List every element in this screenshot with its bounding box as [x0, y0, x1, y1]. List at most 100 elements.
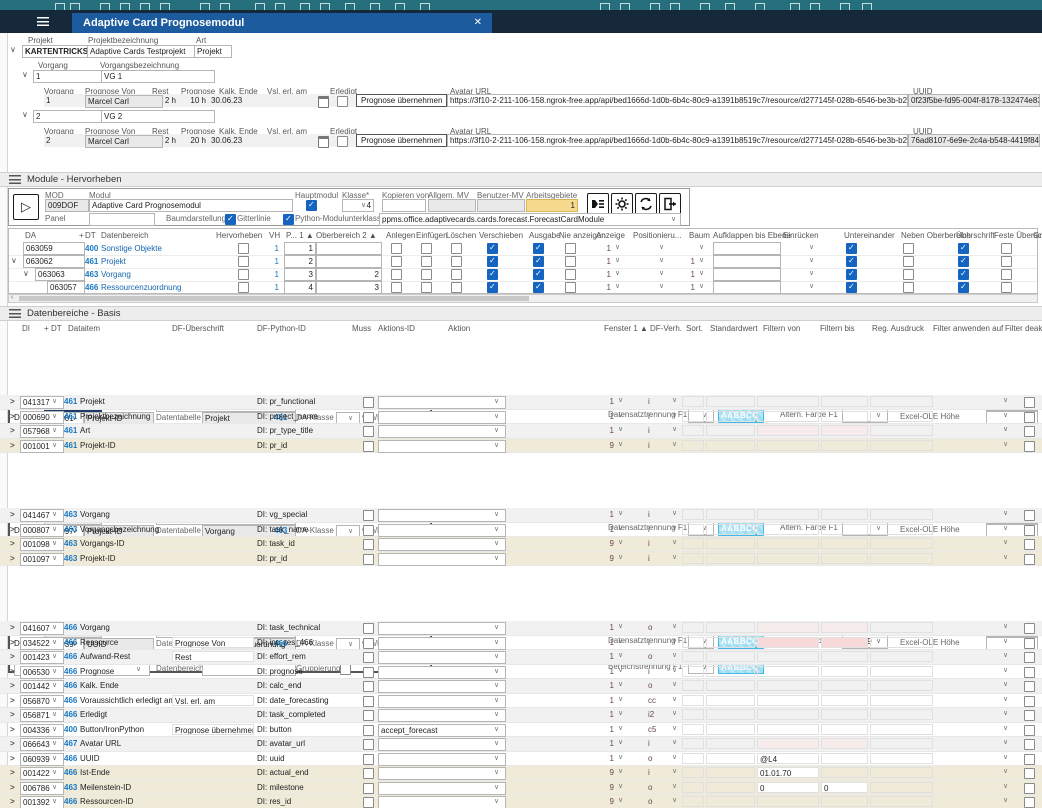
aktion-select[interactable]: [378, 753, 506, 766]
di-select[interactable]: 034522: [20, 637, 64, 650]
chevron-down-icon[interactable]: ∨: [1003, 767, 1008, 775]
filtern-von-cell[interactable]: [757, 509, 819, 520]
sort-cell[interactable]: [682, 622, 704, 633]
dataitem-row[interactable]: >006786∨463Meilenstein-IDDI: milestone∨9…: [0, 781, 1042, 796]
expand-icon[interactable]: >: [10, 737, 18, 750]
filtern-bis-cell[interactable]: [821, 695, 868, 706]
dataitem-row[interactable]: >041317∨461ProjektDI: pr_functional∨1∨i∨…: [0, 395, 1042, 410]
oberbereich-field[interactable]: 2: [316, 268, 382, 281]
di-select[interactable]: 001001: [20, 440, 64, 453]
chevron-down-icon[interactable]: ∨: [52, 412, 57, 420]
anzeige-select[interactable]: 1: [597, 268, 611, 281]
task-name-field[interactable]: VG 2: [101, 110, 215, 123]
reg-ausdruck-cell[interactable]: [870, 709, 933, 720]
filtern-bis-cell[interactable]: [821, 738, 868, 749]
aktion-select[interactable]: [378, 440, 506, 453]
section-menu-icon[interactable]: [9, 309, 21, 318]
sort-cell[interactable]: [682, 680, 704, 691]
chevron-down-icon[interactable]: ∨: [494, 539, 499, 547]
expand-icon[interactable]: >: [10, 439, 18, 452]
datenbereich-row[interactable]: ∨063062461Projekt121∨∨1∨∨: [9, 255, 1037, 269]
dataitem-row[interactable]: >000807∨463VorgangsbezeichnungDI: task_n…: [0, 523, 1042, 538]
chevron-down-icon[interactable]: ∨: [615, 282, 620, 290]
scrollbar-thumb[interactable]: [19, 296, 529, 301]
filtern-von-cell[interactable]: [757, 411, 819, 422]
modul-field[interactable]: Adaptive Card Prognosemodul: [89, 199, 293, 212]
expand-icon[interactable]: >: [10, 523, 18, 536]
standardwert-cell[interactable]: [706, 738, 755, 749]
chevron-down-icon[interactable]: ∨: [671, 215, 676, 223]
chevron-down-icon[interactable]: ∨: [494, 710, 499, 718]
chevron-down-icon[interactable]: ∨: [672, 524, 677, 532]
filter-deaktiviert-checkbox[interactable]: [1024, 667, 1035, 678]
fenster-select[interactable]: 1: [600, 395, 614, 408]
chevron-down-icon[interactable]: ∨: [494, 667, 499, 675]
anzeige-select[interactable]: 1: [597, 255, 611, 268]
aktion-select[interactable]: [378, 695, 506, 708]
fenster-select[interactable]: 9: [600, 781, 614, 794]
fenster-select[interactable]: 1: [600, 650, 614, 663]
position-field[interactable]: 1: [284, 242, 316, 255]
dataitem-row[interactable]: >000690∨461ProjektbezeichnungDI: project…: [0, 410, 1042, 425]
reg-ausdruck-cell[interactable]: [870, 782, 933, 793]
expand-icon[interactable]: >: [10, 552, 18, 565]
aufklappen-field[interactable]: [713, 255, 781, 268]
expand-icon[interactable]: >: [10, 636, 18, 649]
dataitem-row[interactable]: >041607∨466VorgangDI: task_technical∨1∨o…: [0, 621, 1042, 636]
toolbar-icon[interactable]: [420, 3, 430, 10]
chevron-down-icon[interactable]: ∨: [494, 797, 499, 805]
reg-ausdruck-cell[interactable]: [870, 753, 933, 764]
filtern-bis-cell[interactable]: [821, 724, 868, 735]
df-verh-select[interactable]: i: [648, 410, 664, 423]
chevron-down-icon[interactable]: ∨: [699, 243, 704, 251]
chevron-down-icon[interactable]: ∨: [494, 397, 499, 405]
chevron-down-icon[interactable]: ∨: [618, 709, 623, 717]
ueberschrift-checkbox[interactable]: [958, 256, 969, 267]
chevron-down-icon[interactable]: ∨: [52, 426, 57, 434]
filter-deaktiviert-checkbox[interactable]: [1024, 623, 1035, 634]
chevron-down-icon[interactable]: ∨: [1003, 796, 1008, 804]
reg-ausdruck-cell[interactable]: [870, 651, 933, 662]
chevron-down-icon[interactable]: ∨: [699, 282, 704, 290]
loeschen-checkbox[interactable]: [451, 256, 462, 267]
standardwert-cell[interactable]: [706, 425, 755, 436]
di-select[interactable]: 001423: [20, 651, 64, 664]
df-verh-select[interactable]: o: [648, 650, 664, 663]
chevron-down-icon[interactable]: ∨: [52, 539, 57, 547]
fenster-select[interactable]: 1: [600, 723, 614, 736]
chevron-down-icon[interactable]: ∨: [52, 768, 57, 776]
standardwert-cell[interactable]: [706, 782, 755, 793]
chevron-down-icon[interactable]: ∨: [52, 554, 57, 562]
menu-icon[interactable]: [37, 17, 49, 28]
expand-icon[interactable]: >: [10, 795, 18, 808]
anlegen-checkbox[interactable]: [391, 243, 402, 254]
chevron-down-icon[interactable]: ∨: [672, 782, 677, 790]
chevron-down-icon[interactable]: ∨: [1003, 695, 1008, 703]
df-verh-select[interactable]: i: [648, 508, 664, 521]
chevron-down-icon[interactable]: ∨: [1003, 509, 1008, 517]
tree-collapse-icon[interactable]: ∨: [22, 110, 28, 119]
aktion-select[interactable]: [378, 509, 506, 522]
task-detail-row[interactable]: 1Marcel Carl2 h10 h30.06.23Prognose über…: [0, 94, 1042, 107]
sort-cell[interactable]: [682, 425, 704, 436]
filtern-bis-cell[interactable]: [821, 753, 868, 764]
filtern-von-cell[interactable]: [757, 796, 819, 807]
aktion-select[interactable]: [378, 396, 506, 409]
chevron-down-icon[interactable]: ∨: [361, 201, 366, 209]
filtern-von-cell[interactable]: [757, 538, 819, 549]
filtern-von-cell[interactable]: [757, 651, 819, 662]
avatar-url-field[interactable]: https://3f10-2-211-106-158.ngrok-free.ap…: [447, 94, 908, 107]
reg-ausdruck-cell[interactable]: [870, 680, 933, 691]
dataitem-row[interactable]: >001423∨466Aufwand-RestRestDI: effort_re…: [0, 650, 1042, 665]
fenster-select[interactable]: 1: [600, 679, 614, 692]
di-select[interactable]: 004336: [20, 724, 64, 737]
chevron-down-icon[interactable]: ∨: [659, 243, 664, 251]
chevron-down-icon[interactable]: ∨: [1003, 637, 1008, 645]
toolbar-icon[interactable]: [862, 3, 872, 10]
toolbar-icon[interactable]: [670, 3, 680, 10]
feste-ueberschrift-checkbox[interactable]: [1001, 269, 1012, 280]
chevron-down-icon[interactable]: ∨: [494, 441, 499, 449]
filtern-bis-cell[interactable]: [821, 637, 868, 648]
aktion-select[interactable]: [378, 538, 506, 551]
fenster-select[interactable]: 1: [600, 752, 614, 765]
